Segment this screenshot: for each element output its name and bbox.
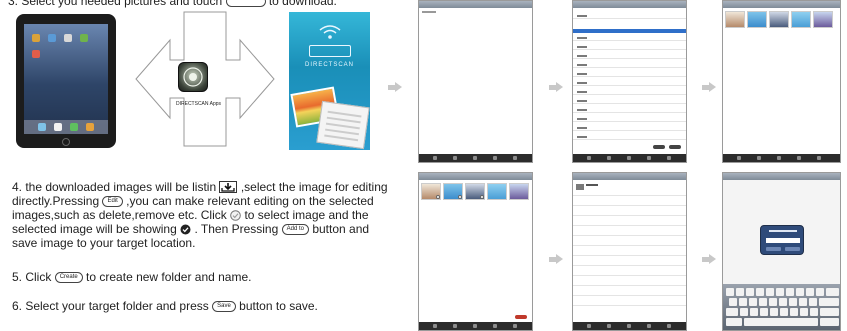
nav-bar — [419, 1, 532, 8]
folder-label — [586, 184, 598, 186]
app-caption: DIRECTSCAN Apps — [176, 101, 221, 107]
scanner-icon — [309, 45, 351, 57]
step5-text: 5. Click — [12, 270, 52, 284]
step6-text: 6. Select your target folder and press — [12, 299, 209, 313]
ipad-dock — [24, 120, 108, 134]
apps-label: Apps — [209, 101, 222, 107]
step5-instruction: 5. Click Create to create new folder and… — [12, 270, 251, 284]
step6-text: button to save. — [239, 299, 318, 313]
app-icon — [48, 34, 56, 42]
app-icon — [80, 34, 88, 42]
selected-row — [573, 29, 686, 33]
ipad-home-button — [62, 138, 70, 146]
screenshot-file-list — [572, 0, 687, 163]
photo-thumbnail — [509, 183, 529, 200]
photo-thumbnail — [747, 11, 767, 28]
wifi-icon — [183, 67, 203, 87]
dock-icon — [86, 123, 94, 131]
step5-text: to create new folder and name. — [86, 270, 252, 284]
download-tray-icon — [219, 181, 238, 193]
step3-text-before: 3. Select you needed pictures and touch — [8, 0, 223, 8]
screenshot-folder-list — [572, 172, 687, 331]
dock-icon — [54, 123, 62, 131]
sample-document — [316, 100, 370, 150]
dock-icon — [38, 123, 46, 131]
screenshot-empty-list — [418, 0, 533, 163]
delete-button — [515, 315, 527, 319]
directscan-app-icon — [178, 62, 208, 92]
app-icon — [32, 50, 40, 58]
tab-bar — [573, 322, 686, 330]
photo-thumbnail — [487, 183, 507, 200]
step4-text: . Then Pressing — [194, 222, 279, 236]
circle-check-outline-icon — [480, 195, 484, 199]
step3-text-after: to download. — [268, 0, 337, 8]
folder-name-field — [766, 238, 800, 243]
photo-thumbnail — [769, 11, 789, 28]
app-icon — [64, 34, 72, 42]
list-item — [422, 11, 436, 13]
step4-text: 4. the downloaded images will be listin — [12, 180, 217, 194]
directscan-splash-screen: DIRECTSCAN — [289, 12, 370, 150]
ipad-home-screen — [24, 24, 108, 134]
app-icon — [32, 34, 40, 42]
new-folder-dialog — [760, 225, 804, 255]
circle-check-outline-icon — [230, 210, 241, 221]
step4-instruction: 4. the downloaded images will be listin … — [12, 180, 392, 250]
action-button — [669, 145, 681, 149]
step3-instruction: 3. Select you needed pictures and touch … — [8, 0, 408, 8]
wifi-icon — [319, 25, 341, 39]
circle-check-filled-icon — [180, 224, 191, 235]
screenshot-select-images — [418, 172, 533, 331]
tab-bar — [573, 154, 686, 162]
nav-bar — [573, 173, 686, 180]
nav-bar — [573, 1, 686, 8]
app-name-label: DIRECTSCAN — [176, 101, 209, 107]
action-button — [653, 145, 665, 149]
add-to-button-inline: Add to — [281, 224, 309, 236]
nav-bar — [723, 1, 840, 8]
photo-thumbnail — [725, 11, 745, 28]
splash-title: DIRECTSCAN — [304, 62, 354, 68]
screenshot-create-folder — [722, 172, 841, 331]
circle-check-outline-icon — [458, 195, 462, 199]
dock-icon — [70, 123, 78, 131]
folder-icon — [576, 184, 584, 190]
tab-bar — [419, 322, 532, 330]
ipad-device-image — [16, 14, 116, 148]
download-button-inline — [225, 0, 266, 8]
step6-instruction: 6. Select your target folder and press S… — [12, 299, 318, 313]
create-button-inline: Create — [54, 272, 83, 284]
photo-thumbnail — [791, 11, 811, 28]
nav-bar — [723, 173, 840, 180]
save-button-inline: Save — [212, 301, 236, 313]
edit-button-inline: Edit — [102, 196, 123, 208]
photo-thumbnail — [813, 11, 833, 28]
screenshot-thumbnails — [722, 0, 841, 163]
tab-bar — [419, 154, 532, 162]
onscreen-keyboard — [723, 284, 840, 330]
tab-bar — [723, 154, 840, 162]
nav-bar — [419, 173, 532, 180]
circle-check-outline-icon — [436, 195, 440, 199]
